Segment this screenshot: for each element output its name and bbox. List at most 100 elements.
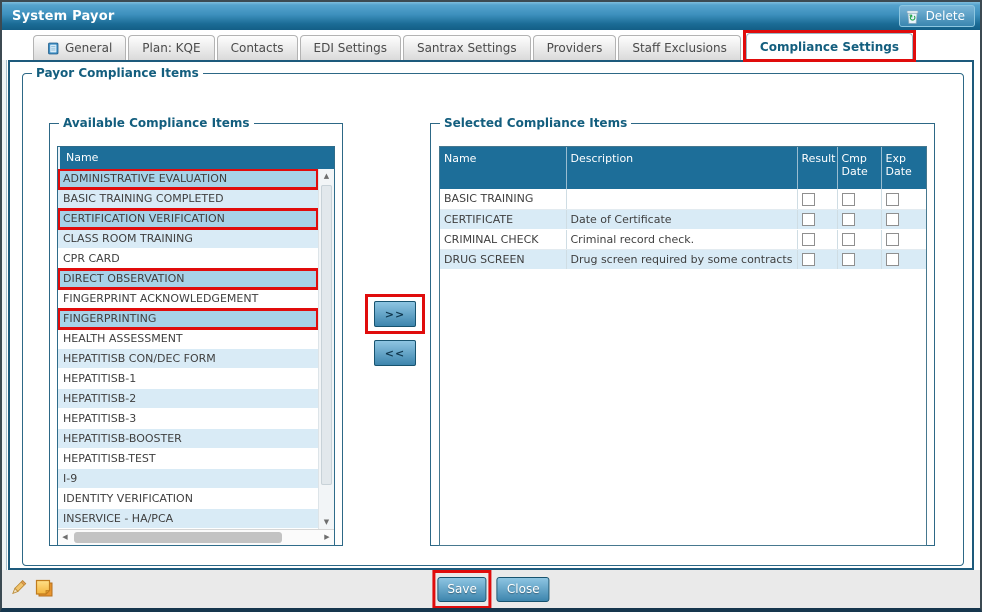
delete-button[interactable]: ↻ Delete [899,5,975,27]
selected-row-name: DRUG SCREEN [440,249,566,269]
payor-compliance-items-section: Payor Compliance Items Available Complia… [22,66,964,566]
available-item[interactable]: HEPATITISB CON/DEC FORM [58,349,318,369]
trash-recycle-icon: ↻ [904,8,921,25]
selected-table: Name Description Result Cmp Date Exp Dat… [440,147,926,270]
column-header-description: Description [566,147,797,189]
save-button[interactable]: Save [437,577,486,602]
transfer-controls: >> << [359,294,431,366]
exp-date-checkbox[interactable] [886,253,899,266]
system-payor-window: System Payor ↻ Delete General Plan: KQE Co… [0,0,982,612]
selected-row: BASIC TRAINING [440,189,926,209]
selected-row-description [566,189,797,209]
selected-table-body: BASIC TRAININGCERTIFICATEDate of Certifi… [440,189,926,269]
exp-date-checkbox[interactable] [886,233,899,246]
available-item[interactable]: HEPATITISB-BOOSTER [58,429,318,449]
title-bar: System Payor ↻ Delete [2,2,980,30]
available-item[interactable]: HEALTH ASSESSMENT [58,329,318,349]
available-item[interactable]: FINGERPRINTING [58,309,318,329]
exp-date-checkbox[interactable] [886,193,899,206]
scroll-down-arrow[interactable]: ▼ [319,515,334,529]
vertical-scrollbar-thumb[interactable] [321,185,332,485]
available-item[interactable]: HEPATITISB-TEST [58,449,318,469]
selected-legend: Selected Compliance Items [440,116,631,130]
tab-label: General [65,41,112,55]
tab-bar: General Plan: KQE Contacts EDI Settings Sant… [2,30,980,60]
tab-label: Compliance Settings [760,40,899,54]
cmp-date-checkbox[interactable] [842,233,855,246]
available-list: Name ADMINISTRATIVE EVALUATIONBASIC TRAI… [57,146,335,546]
tab-staff-exclusions[interactable]: Staff Exclusions [618,35,741,60]
annotation-box: Save [432,570,491,609]
available-item[interactable]: HEPATITISB-2 [58,389,318,409]
available-item[interactable]: HEPATITISB-1 [58,369,318,389]
left-splitter [2,60,7,570]
tab-label: EDI Settings [314,41,387,55]
horizontal-scrollbar-thumb[interactable] [74,532,282,543]
annotation-box: >> [365,294,425,334]
available-item[interactable]: FINGERPRINT ACKNOWLEDGEMENT [58,289,318,309]
available-item[interactable]: INSERVICE - HA/PCA [58,509,318,529]
available-item[interactable]: IDENTITY VERIFICATION [58,489,318,509]
available-item[interactable]: BASIC TRAINING COMPLETED [58,189,318,209]
available-item[interactable]: DIRECT OBSERVATION [58,269,318,289]
tab-edi-settings[interactable]: EDI Settings [300,35,401,60]
tab-label: Contacts [231,41,284,55]
tab-contacts[interactable]: Contacts [217,35,298,60]
selected-compliance-items-panel: Selected Compliance Items Name Descripti… [430,116,935,546]
scroll-up-arrow[interactable]: ▲ [319,169,334,183]
tab-general[interactable]: General [33,35,126,60]
cmp-date-checkbox[interactable] [842,253,855,266]
result-checkbox[interactable] [802,193,815,206]
selected-row-description: Drug screen required by some contracts [566,249,797,269]
svg-text:↻: ↻ [908,14,916,24]
selected-table-container: Name Description Result Cmp Date Exp Dat… [439,146,927,546]
move-left-button[interactable]: << [374,340,416,366]
scroll-left-arrow[interactable]: ◀ [58,530,72,545]
horizontal-scrollbar[interactable]: ◀ ▶ [58,529,334,545]
result-checkbox[interactable] [802,213,815,226]
cmp-date-checkbox[interactable] [842,213,855,226]
section-legend: Payor Compliance Items [32,66,203,80]
tab-santrax-settings[interactable]: Santrax Settings [403,35,531,60]
delete-label: Delete [926,9,965,23]
available-list-header: Name [58,147,334,169]
selected-table-header-row: Name Description Result Cmp Date Exp Dat… [440,147,926,189]
available-item[interactable]: CLASS ROOM TRAINING [58,229,318,249]
available-item[interactable]: I-9 [58,469,318,489]
notes-icon[interactable] [33,577,55,599]
selected-row: CERTIFICATEDate of Certificate [440,209,926,229]
edit-pencil-icon[interactable] [9,579,27,597]
tab-label: Staff Exclusions [632,41,727,55]
selected-row-description: Criminal record check. [566,229,797,249]
exp-date-checkbox[interactable] [886,213,899,226]
tab-plan-kqe[interactable]: Plan: KQE [128,35,214,60]
result-checkbox[interactable] [802,253,815,266]
column-header-exp-date: Exp Date [881,147,926,189]
available-item[interactable]: HEPATITISB-3 [58,409,318,429]
content-panel: Payor Compliance Items Available Complia… [8,60,974,570]
selected-row-name: CERTIFICATE [440,209,566,229]
available-item[interactable]: CPR CARD [58,249,318,269]
cmp-date-checkbox[interactable] [842,193,855,206]
result-checkbox[interactable] [802,233,815,246]
column-header-name: Name [440,147,566,189]
tab-compliance-settings[interactable]: Compliance Settings [746,33,913,59]
selected-row: CRIMINAL CHECKCriminal record check. [440,229,926,249]
close-button[interactable]: Close [497,577,550,602]
footer-icons [9,577,55,599]
selected-row-name: BASIC TRAINING [440,189,566,209]
tab-label: Santrax Settings [417,41,517,55]
tab-label: Providers [547,41,603,55]
available-item[interactable]: CERTIFICATION VERIFICATION [58,209,318,229]
tab-providers[interactable]: Providers [533,35,617,60]
move-right-button[interactable]: >> [374,301,416,327]
available-item[interactable]: ADMINISTRATIVE EVALUATION [58,169,318,189]
available-compliance-items-panel: Available Compliance Items Name ADMINIST… [49,116,343,546]
window-title: System Payor [2,9,114,24]
scroll-right-arrow[interactable]: ▶ [320,530,334,545]
annotation-box: Compliance Settings [743,30,916,62]
tab-label: Plan: KQE [142,41,200,55]
vertical-scrollbar[interactable]: ▲ ▼ [318,169,334,529]
column-header-result: Result [797,147,837,189]
selected-row-description: Date of Certificate [566,209,797,229]
